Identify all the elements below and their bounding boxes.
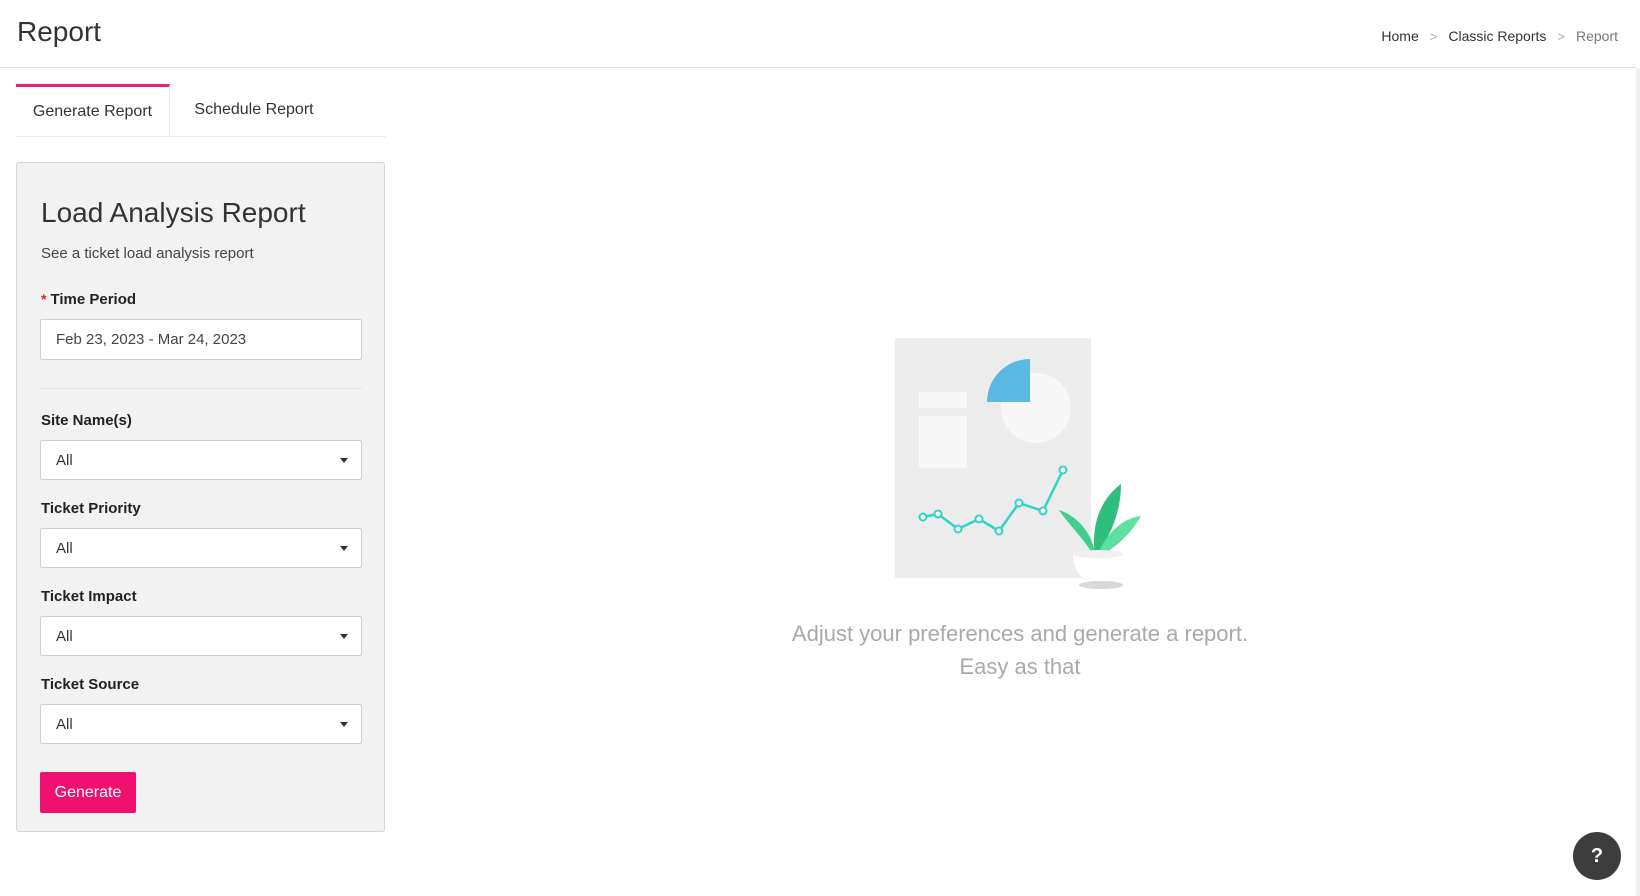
breadcrumb-classic-reports[interactable]: Classic Reports <box>1448 28 1546 44</box>
generate-button[interactable]: Generate <box>40 772 136 813</box>
ticket-priority-label: Ticket Priority <box>41 500 141 517</box>
ticket-source-label: Ticket Source <box>41 676 140 693</box>
ticket-source-value: All <box>56 715 73 733</box>
help-button[interactable]: ? <box>1573 832 1621 880</box>
time-period-label-text: Time Period <box>50 291 137 308</box>
placeholder-block <box>919 416 967 468</box>
ticket-priority-select[interactable]: All <box>40 528 362 568</box>
ticket-impact-value: All <box>56 627 73 645</box>
time-period-input[interactable]: Feb 23, 2023 - Mar 24, 2023 <box>40 319 362 360</box>
form-description: See a ticket load analysis report <box>41 245 254 262</box>
ticket-source-select[interactable]: All <box>40 704 362 744</box>
page-header: Report Home > Classic Reports > Report <box>0 0 1636 68</box>
caret-down-icon <box>340 633 348 639</box>
form-title: Load Analysis Report <box>41 197 306 228</box>
breadcrumb: Home > Classic Reports > Report <box>1381 28 1618 44</box>
site-names-label: Site Name(s) <box>41 412 132 429</box>
breadcrumb-current: Report <box>1575 28 1618 44</box>
site-names-value: All <box>56 451 73 469</box>
caret-down-icon <box>340 721 348 727</box>
caret-down-icon <box>340 545 348 551</box>
breadcrumb-home[interactable]: Home <box>1381 28 1418 44</box>
ticket-impact-label: Ticket Impact <box>41 588 137 605</box>
time-period-value: Feb 23, 2023 - Mar 24, 2023 <box>56 331 247 348</box>
form-divider <box>40 388 362 389</box>
report-form-panel: Load Analysis Report See a ticket load a… <box>16 162 385 832</box>
tab-schedule-report[interactable]: Schedule Report <box>170 84 338 136</box>
site-names-select[interactable]: All <box>40 440 362 480</box>
report-tabs: Generate Report Schedule Report <box>16 84 386 137</box>
vertical-scrollbar[interactable] <box>1636 68 1640 896</box>
empty-state-message: Adjust your preferences and generate a r… <box>720 617 1320 683</box>
caret-down-icon <box>340 457 348 463</box>
empty-state-line-2: Easy as that <box>959 654 1081 679</box>
required-marker: * <box>41 291 47 307</box>
placeholder-block <box>919 392 967 408</box>
ticket-impact-select[interactable]: All <box>40 616 362 656</box>
page-title: Report <box>17 16 102 47</box>
ticket-priority-value: All <box>56 539 73 557</box>
empty-state-line-1: Adjust your preferences and generate a r… <box>791 621 1249 646</box>
time-period-label: * Time Period <box>41 291 136 308</box>
breadcrumb-separator: > <box>1557 28 1565 44</box>
report-illustration <box>895 338 1141 589</box>
breadcrumb-separator: > <box>1429 28 1438 44</box>
tab-generate-report[interactable]: Generate Report <box>16 84 170 136</box>
